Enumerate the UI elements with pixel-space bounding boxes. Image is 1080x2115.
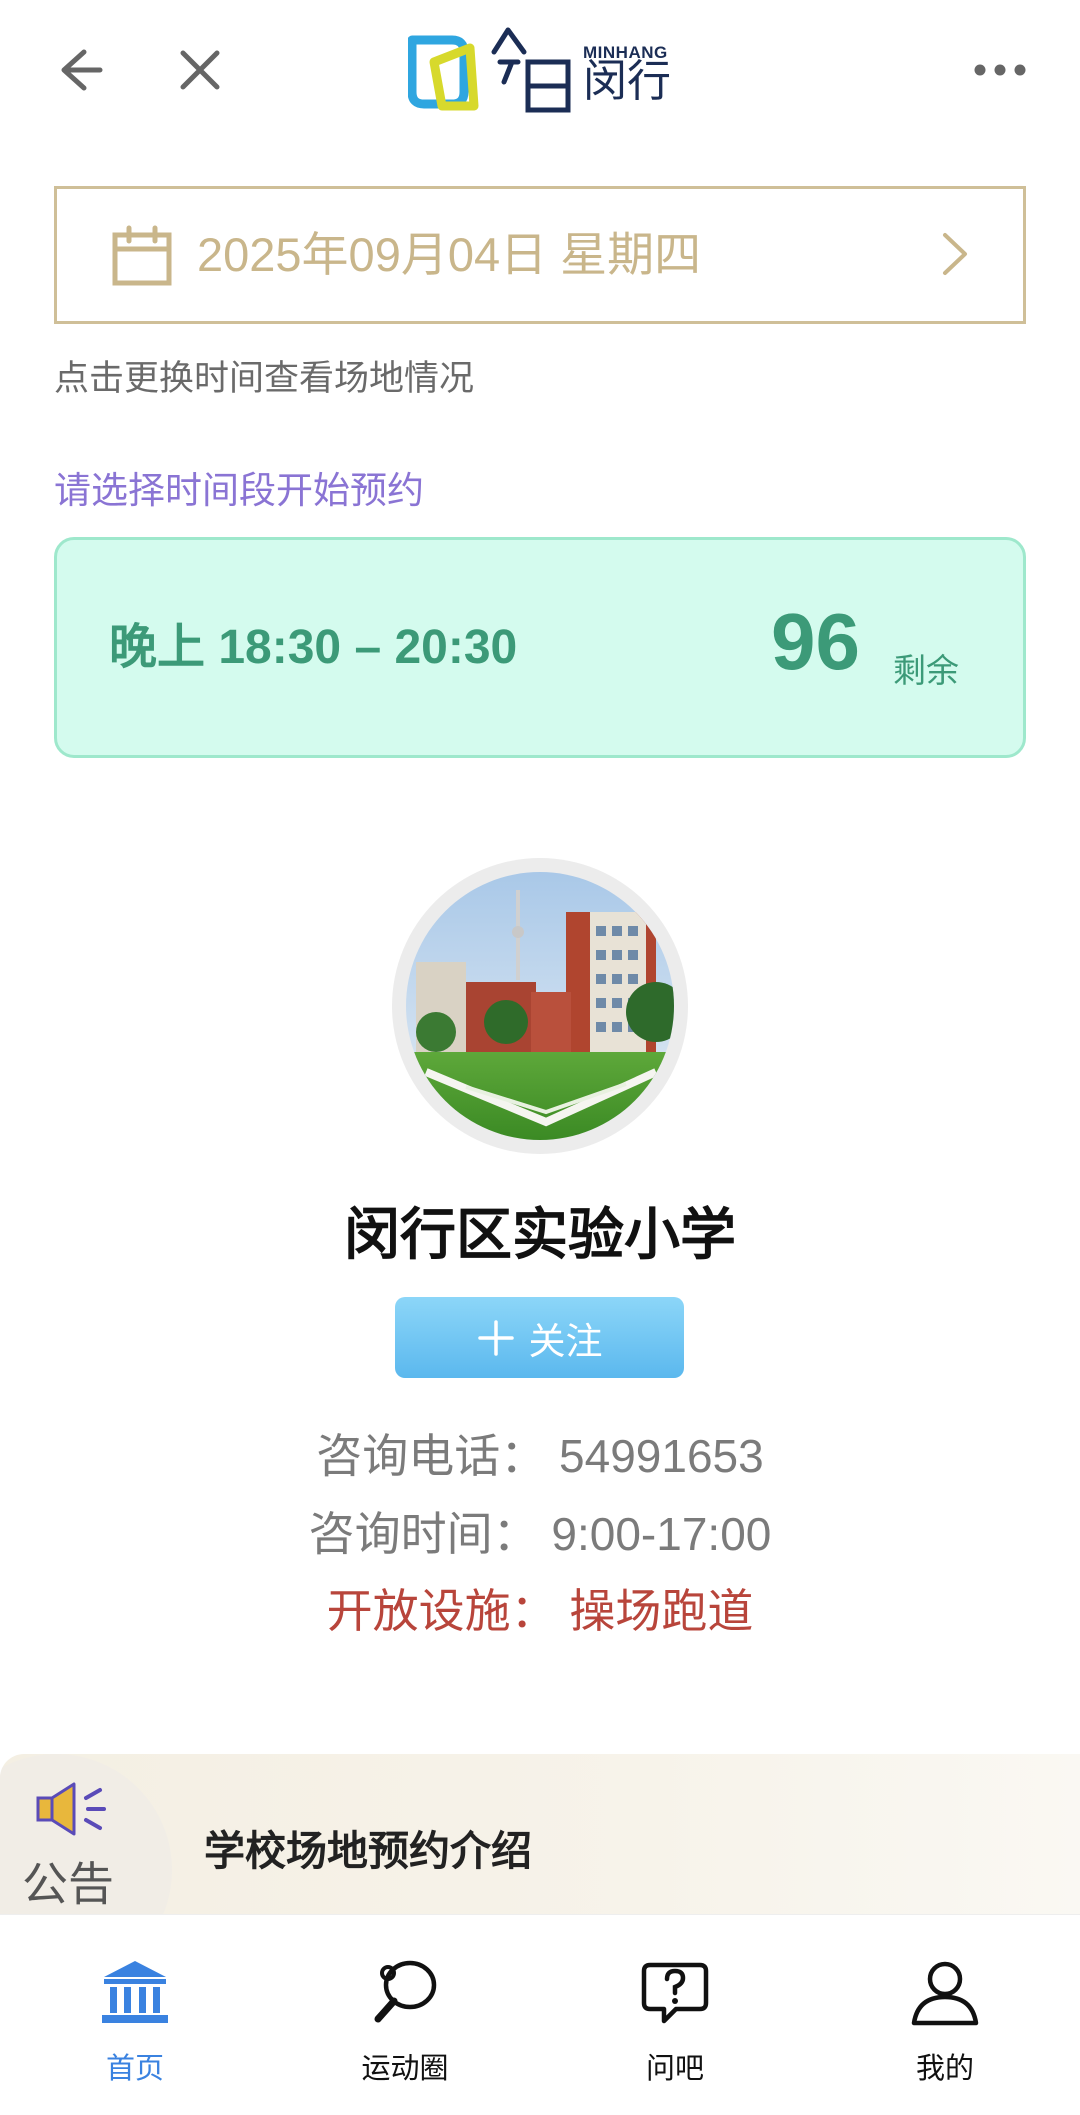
plus-icon — [477, 1319, 514, 1356]
slot-time: 晚上 18:30 – 20:30 — [109, 621, 518, 674]
app-page: MINHANG 闵行 2025年09月04日 星期四 点击更换时间查看场地情况 … — [0, 0, 1080, 2115]
school-photo — [406, 872, 674, 1140]
calendar-icon — [112, 225, 172, 286]
logo-mark-icon — [408, 27, 571, 113]
tab-mine-label: 我的 — [915, 2053, 974, 2085]
date-selector[interactable]: 2025年09月04日 星期四 — [54, 186, 1026, 324]
slot-remaining-count: 96 — [771, 597, 860, 686]
follow-label: 关注 — [528, 1320, 603, 1362]
question-bubble-icon — [641, 1962, 709, 2024]
open-facilities: 开放设施： 操场跑道 — [326, 1585, 754, 1637]
top-nav-bar: MINHANG 闵行 — [0, 0, 1080, 140]
user-icon — [911, 1961, 979, 2026]
time-slot-card[interactable]: 晚上 18:30 – 20:30 96 剩余 — [54, 537, 1026, 758]
more-button[interactable] — [968, 38, 1032, 102]
booking-prompt: 请选择时间段开始预约 — [54, 470, 424, 511]
bottom-tab-bar: 首页 运动圈 问吧 我的 — [0, 1914, 1080, 2115]
tab-questions[interactable]: 问吧 — [540, 1915, 810, 2115]
chevron-right-icon — [943, 233, 967, 275]
tab-sports-circle[interactable]: 运动圈 — [270, 1915, 540, 2115]
announcement-bar[interactable]: 公告 学校场地预约介绍 — [0, 1754, 1080, 1914]
close-icon — [180, 50, 220, 90]
tab-home[interactable]: 首页 — [0, 1915, 270, 2115]
announcement-text: 学校场地预约介绍 — [204, 1828, 532, 1874]
arrow-left-icon — [61, 49, 103, 91]
school-avatar-ring — [392, 858, 688, 1154]
back-button[interactable] — [46, 38, 110, 102]
logo-cn-text: 闵行 — [583, 57, 671, 106]
selected-date: 2025年09月04日 星期四 — [197, 228, 702, 281]
school-name: 闵行区实验小学 — [344, 1203, 736, 1266]
more-dots-icon — [974, 64, 1026, 76]
tab-mine[interactable]: 我的 — [810, 1915, 1080, 2115]
contact-phone: 咨询电话： 54991653 — [316, 1430, 764, 1482]
speaker-icon — [36, 1782, 106, 1836]
date-hint: 点击更换时间查看场地情况 — [54, 359, 475, 398]
announcement-label: 公告 — [22, 1858, 114, 1910]
ping-pong-icon — [374, 1960, 437, 2023]
close-button[interactable] — [168, 38, 232, 102]
contact-hours: 咨询时间： 9:00-17:00 — [308, 1508, 772, 1560]
tab-sports-circle-label: 运动圈 — [361, 2053, 449, 2085]
slot-remaining-label: 剩余 — [893, 652, 959, 689]
bank-icon — [102, 1961, 168, 2023]
school-avatar — [406, 872, 674, 1140]
minhang-logo: MINHANG 闵行 — [408, 22, 678, 118]
tab-questions-label: 问吧 — [645, 2053, 704, 2085]
tab-home-label: 首页 — [105, 2053, 164, 2085]
follow-button[interactable]: 关注 — [395, 1297, 684, 1378]
